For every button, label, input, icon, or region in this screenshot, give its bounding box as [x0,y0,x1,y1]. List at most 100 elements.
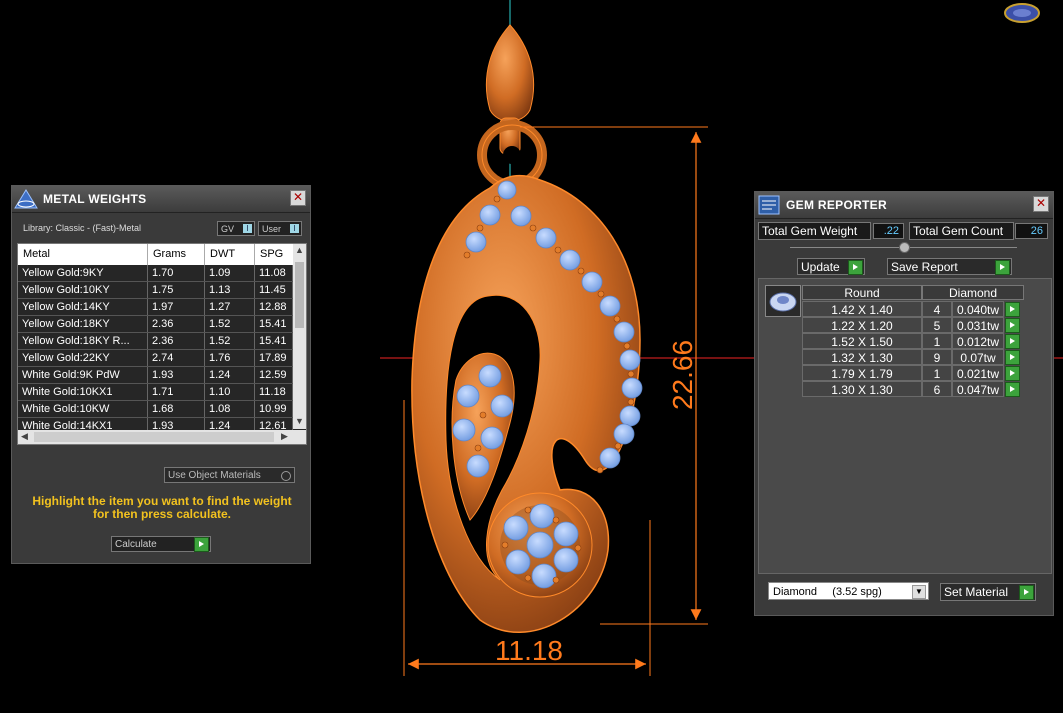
user-toggle-label: User [262,224,282,234]
metal-weights-panel: METAL WEIGHTS ✕ Library: Classic - (Fast… [11,185,311,564]
gem-count: 5 [922,317,952,333]
table-cell: 12.59 [255,367,293,383]
hscroll-thumb[interactable] [34,432,274,442]
play-icon[interactable] [1005,302,1020,317]
table-row[interactable]: Yellow Gold:18KY R... 2.36 1.52 15.41 [18,333,306,350]
update-button[interactable]: Update [797,258,865,275]
play-icon[interactable] [1005,350,1020,365]
shape-header: Round [802,285,922,300]
table-cell: 2.36 [148,316,205,332]
table-row[interactable]: White Gold:10KX1 1.71 1.10 11.18 [18,384,306,401]
close-icon[interactable]: ✕ [290,190,306,206]
scroll-right-icon[interactable]: ▶ [278,431,291,442]
scroll-down-icon[interactable]: ▼ [293,416,306,426]
table-cell: 1.13 [205,282,255,298]
table-cell: 15.41 [255,333,293,349]
gem-reporter-title: GEM REPORTER [786,198,887,212]
view-cube-icon[interactable] [1004,3,1040,23]
chevron-down-icon[interactable]: ▼ [912,585,926,599]
dimension-width-label: 11.18 [495,635,563,666]
table-row[interactable]: White Gold:10KW 1.68 1.08 10.99 [18,401,306,418]
metal-table[interactable]: Metal Grams DWT SPG Yellow Gold:9KY 1.70 1… [17,243,307,445]
play-icon[interactable] [1005,334,1020,349]
play-icon[interactable] [1005,318,1020,333]
table-cell: 1.09 [205,265,255,281]
table-row[interactable]: White Gold:9K PdW 1.93 1.24 12.59 [18,367,306,384]
play-icon[interactable] [848,260,863,275]
table-cell: 1.08 [205,401,255,417]
horizontal-scrollbar[interactable]: ◀ ▶ [18,430,306,444]
table-row[interactable]: Yellow Gold:10KY 1.75 1.13 11.45 [18,282,306,299]
metal-table-header: Metal Grams DWT SPG [18,244,306,265]
table-cell: Yellow Gold:18KY [18,316,148,332]
col-grams[interactable]: Grams [148,244,205,265]
pendant-model[interactable] [411,24,643,633]
gem-reporter-icon [758,195,780,215]
table-cell: 11.45 [255,282,293,298]
table-cell: 17.89 [255,350,293,366]
table-cell: 1.93 [148,367,205,383]
table-cell: 1.75 [148,282,205,298]
table-cell: Yellow Gold:18KY R... [18,333,148,349]
gem-reporter-titlebar[interactable]: GEM REPORTER ✕ [755,192,1053,219]
table-cell: 11.18 [255,384,293,400]
gem-size: 1.79 X 1.79 [802,365,922,381]
play-icon[interactable] [1019,585,1034,600]
radio-icon[interactable] [281,471,291,481]
save-report-button[interactable]: Save Report [887,258,1012,275]
table-row[interactable]: Yellow Gold:18KY 2.36 1.52 15.41 [18,316,306,333]
scroll-thumb[interactable] [295,262,304,328]
use-object-materials-toggle[interactable]: Use Object Materials [164,467,295,483]
metal-table-body: Yellow Gold:9KY 1.70 1.09 11.08 Yellow Gold:… [18,265,306,444]
gem-report-table[interactable]: Round Diamond 1.42 X 1.40 4 0.040tw 1.22 X … [758,278,1052,574]
play-icon[interactable] [1005,366,1020,381]
col-dwt[interactable]: DWT [205,244,255,265]
gem-reporter-panel: GEM REPORTER ✕ Total Gem Weight .22 Tota… [754,191,1054,616]
table-cell: 12.88 [255,299,293,315]
calculate-label: Calculate [115,539,157,550]
table-cell: 1.76 [205,350,255,366]
gem-weight: 0.031tw [952,317,1004,333]
user-toggle[interactable]: User I [258,221,302,236]
material-select-value: Diamond (3.52 spg) [773,586,882,598]
table-cell: 1.70 [148,265,205,281]
table-cell: 2.36 [148,333,205,349]
table-cell: 1.52 [205,333,255,349]
scroll-up-icon[interactable]: ▲ [293,245,306,255]
table-row[interactable]: Yellow Gold:14KY 1.97 1.27 12.88 [18,299,306,316]
table-cell: Yellow Gold:22KY [18,350,148,366]
table-cell: Yellow Gold:10KY [18,282,148,298]
splitter-handle-icon[interactable] [899,242,910,253]
gem-size: 1.42 X 1.40 [802,301,922,317]
metal-weights-icon [14,189,38,209]
gem-count: 4 [922,301,952,317]
table-row[interactable]: Yellow Gold:22KY 2.74 1.76 17.89 [18,350,306,367]
gem-size: 1.22 X 1.20 [802,317,922,333]
vertical-scrollbar[interactable]: ▲ ▼ [293,244,306,429]
metal-weights-titlebar[interactable]: METAL WEIGHTS ✕ [12,186,310,213]
gem-size: 1.32 X 1.30 [802,349,922,365]
play-icon[interactable] [194,537,209,552]
gem-size: 1.30 X 1.30 [802,381,922,397]
material-select[interactable]: Diamond (3.52 spg) ▼ [768,582,929,600]
table-row[interactable]: Yellow Gold:9KY 1.70 1.09 11.08 [18,265,306,282]
col-metal[interactable]: Metal [18,244,148,265]
close-icon[interactable]: ✕ [1033,196,1049,212]
play-icon[interactable] [1005,382,1020,397]
metal-weights-title: METAL WEIGHTS [43,192,147,206]
table-cell: 15.41 [255,316,293,332]
table-cell: 2.74 [148,350,205,366]
gem-weight: 0.040tw [952,301,1004,317]
set-material-button[interactable]: Set Material [940,583,1036,601]
table-cell: 1.27 [205,299,255,315]
set-material-label: Set Material [944,585,1009,599]
play-icon[interactable] [995,260,1010,275]
table-cell: White Gold:10KW [18,401,148,417]
save-report-label: Save Report [891,260,958,274]
material-header: Diamond [922,285,1024,300]
col-spg[interactable]: SPG [255,244,293,265]
scroll-left-icon[interactable]: ◀ [18,431,31,442]
gv-toggle-label: GV [221,224,235,234]
gv-toggle[interactable]: GV I [217,221,255,236]
calculate-button[interactable]: Calculate [111,536,211,552]
